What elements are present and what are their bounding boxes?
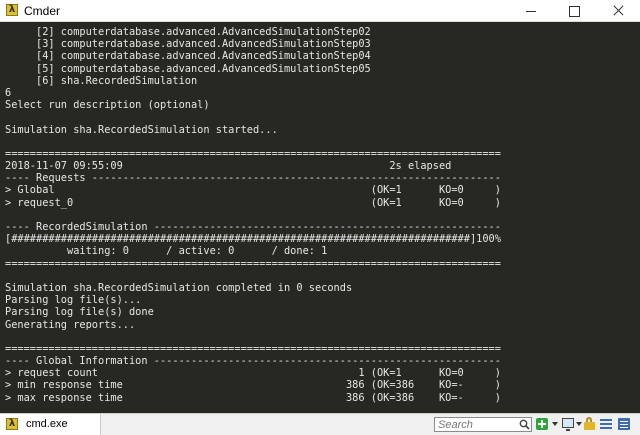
plus-icon bbox=[536, 418, 548, 430]
terminal-line: [6] sha.RecordedSimulation bbox=[5, 74, 198, 87]
terminal-line: [2] computerdatabase.advanced.AdvancedSi… bbox=[5, 26, 371, 38]
menu-button[interactable] bbox=[618, 417, 631, 431]
terminal-line: Parsing log file(s)... bbox=[5, 294, 142, 307]
monitor-icon bbox=[562, 418, 574, 431]
search-icon[interactable] bbox=[519, 419, 530, 430]
search-input[interactable] bbox=[434, 417, 532, 432]
chevron-down-icon[interactable] bbox=[552, 422, 558, 426]
terminal-line: Generating reports... bbox=[5, 318, 136, 331]
terminal-line: ========================================… bbox=[5, 147, 501, 160]
terminal-line: [#######################################… bbox=[5, 233, 501, 246]
terminal-line: [5] computerdatabase.advanced.AdvancedSi… bbox=[5, 62, 371, 75]
maximize-button[interactable] bbox=[552, 0, 596, 22]
minimize-button[interactable] bbox=[508, 0, 552, 22]
terminal-line: Simulation sha.RecordedSimulation comple… bbox=[5, 281, 353, 294]
terminal-line: Select run description (optional) bbox=[5, 99, 210, 112]
title-bar[interactable]: λ Cmder bbox=[0, 0, 640, 22]
new-console-button[interactable] bbox=[536, 417, 549, 431]
list-button[interactable] bbox=[600, 417, 613, 431]
menu-icon bbox=[618, 418, 630, 430]
terminal-line: [3] computerdatabase.advanced.AdvancedSi… bbox=[5, 38, 371, 51]
terminal-line: ---- Global Information ----------------… bbox=[5, 355, 501, 368]
lock-button[interactable] bbox=[584, 417, 597, 431]
close-button[interactable] bbox=[596, 0, 640, 22]
terminal-line: > max response time 386 (OK=386 KO=- ) bbox=[5, 391, 501, 404]
terminal-line: 6 bbox=[5, 86, 12, 99]
terminal-line: > min response time 386 (OK=386 KO=- ) bbox=[5, 379, 501, 392]
terminal-line: > Global (OK=1 KO=0 ) bbox=[5, 184, 501, 197]
chevron-down-icon[interactable] bbox=[576, 422, 582, 426]
terminal-line: ========================================… bbox=[5, 257, 501, 270]
cmder-window: λ Cmder [2] computerdatabase.advanced.Ad… bbox=[0, 0, 640, 435]
view-button[interactable] bbox=[562, 417, 575, 431]
lambda-icon: λ bbox=[6, 418, 18, 430]
lambda-icon: λ bbox=[6, 4, 18, 16]
terminal-line: > request count 1 (OK=1 KO=0 ) bbox=[5, 367, 501, 380]
terminal-line: > request_0 (OK=1 KO=0 ) bbox=[5, 196, 501, 209]
terminal-line: waiting: 0 / active: 0 / done: 1 bbox=[5, 245, 328, 258]
terminal-line: ========================================… bbox=[5, 342, 501, 355]
window-title: Cmder bbox=[24, 4, 61, 18]
terminal-line: ---- RecordedSimulation ----------------… bbox=[5, 221, 501, 233]
terminal-line: Simulation sha.RecordedSimulation starte… bbox=[5, 123, 278, 136]
terminal-lines: [2] computerdatabase.advanced.AdvancedSi… bbox=[5, 26, 625, 404]
terminal-line: ---- Requests --------------------------… bbox=[5, 172, 501, 185]
status-bar: λ cmd.exe bbox=[0, 413, 640, 435]
terminal-line: 2018-11-07 09:55:09 2s elapsed bbox=[5, 160, 452, 173]
tab-label: cmd.exe bbox=[26, 418, 68, 430]
terminal-line: Parsing log file(s) done bbox=[5, 306, 154, 319]
terminal-output[interactable]: [2] computerdatabase.advanced.AdvancedSi… bbox=[0, 22, 640, 413]
terminal-line: [4] computerdatabase.advanced.AdvancedSi… bbox=[5, 50, 371, 63]
tab-cmd-exe[interactable]: λ cmd.exe bbox=[0, 414, 101, 435]
